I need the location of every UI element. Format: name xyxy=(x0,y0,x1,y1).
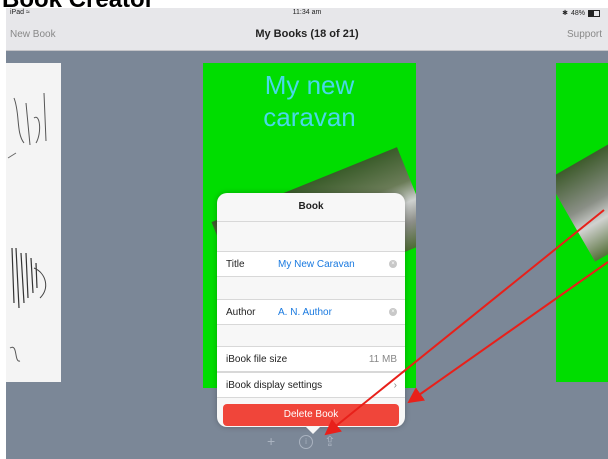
support-button[interactable]: Support xyxy=(567,29,602,40)
book-cover-left[interactable] xyxy=(6,63,61,382)
title-row: Title My New Caravan × xyxy=(217,251,405,277)
add-icon[interactable]: + xyxy=(267,433,275,449)
status-time: 11:34 am xyxy=(292,9,322,16)
chevron-right-icon: › xyxy=(393,380,397,391)
battery-percent: 48% xyxy=(570,9,585,17)
share-icon[interactable]: ⇪ xyxy=(324,433,336,450)
info-icon[interactable]: i xyxy=(299,435,313,449)
popover-arrow xyxy=(305,426,321,434)
cover-title: My new caravan xyxy=(203,69,416,133)
navigation-bar: New Book My Books (18 of 21) Support xyxy=(6,20,608,51)
book-info-popover: Book Title My New Caravan × Author A. N.… xyxy=(217,193,405,434)
status-right: ✱ 48% xyxy=(562,9,600,17)
file-size-row: iBook file size 11 MB xyxy=(217,346,405,372)
author-row: Author A. N. Author × xyxy=(217,299,405,325)
title-label: Title xyxy=(226,259,245,270)
bluetooth-icon: ✱ xyxy=(562,10,568,17)
battery-icon xyxy=(588,9,600,17)
cover-title-line2: caravan xyxy=(263,102,356,132)
cover-title-line1: My new xyxy=(264,70,355,100)
clear-author-icon[interactable]: × xyxy=(389,308,397,316)
author-label: Author xyxy=(226,307,256,318)
clear-title-icon[interactable]: × xyxy=(389,260,397,268)
popover-header: Book xyxy=(217,193,405,222)
battery-fill xyxy=(589,10,594,16)
status-bar: iPad ≈ 11:34 am ✱ 48% xyxy=(6,8,608,20)
author-field[interactable]: A. N. Author xyxy=(278,307,332,318)
sketch-drawing xyxy=(7,92,47,362)
delete-book-button[interactable]: Delete Book xyxy=(223,404,399,426)
file-size-value: 11 MB xyxy=(368,354,397,365)
display-settings-label: iBook display settings xyxy=(226,380,323,391)
file-size-label: iBook file size xyxy=(226,354,288,365)
display-settings-row[interactable]: iBook display settings › xyxy=(217,372,405,398)
ipad-screen: iPad ≈ 11:34 am ✱ 48% New Book My Books … xyxy=(6,8,608,459)
cover-photo-right xyxy=(556,139,608,262)
page-title: My Books (18 of 21) xyxy=(255,28,359,40)
title-field[interactable]: My New Caravan xyxy=(278,259,355,270)
book-cover-right[interactable] xyxy=(556,63,608,382)
